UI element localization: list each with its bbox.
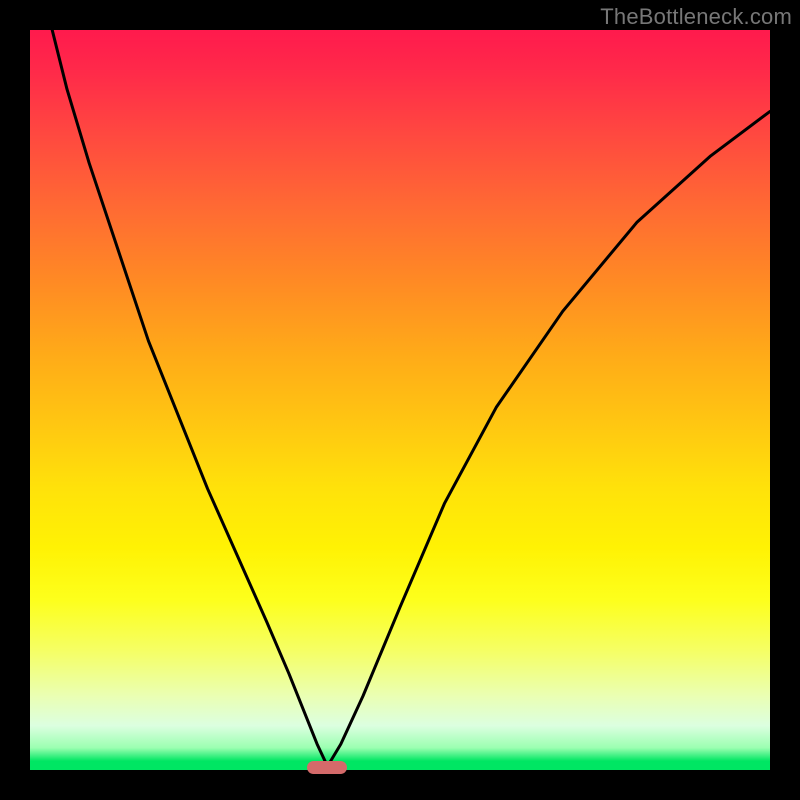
bottleneck-curve	[30, 30, 770, 770]
watermark-text: TheBottleneck.com	[600, 4, 792, 30]
chart-frame: TheBottleneck.com	[0, 0, 800, 800]
plot-area	[30, 30, 770, 770]
ideal-marker	[307, 761, 347, 774]
